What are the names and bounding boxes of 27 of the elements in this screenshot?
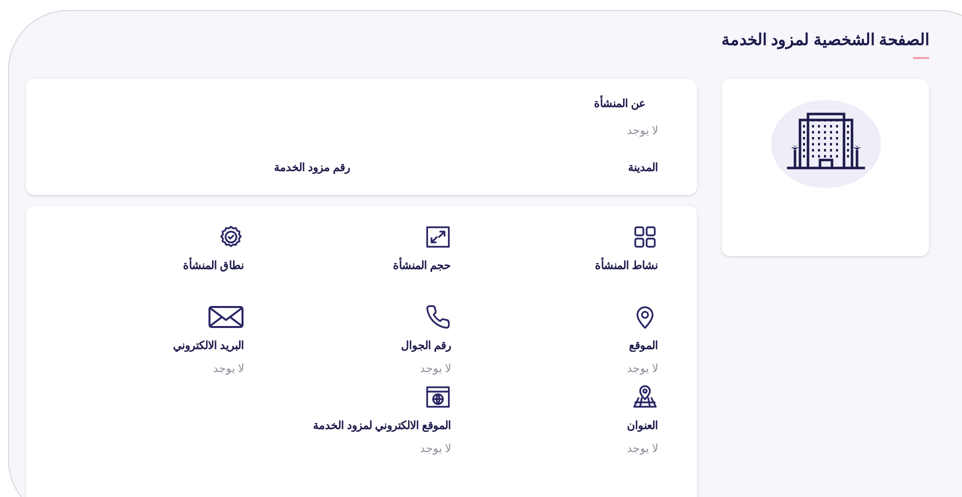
detail-value: لا يوجد bbox=[626, 442, 658, 457]
envelope-icon bbox=[208, 304, 244, 330]
detail-label: العنوان bbox=[627, 419, 658, 434]
building-icon bbox=[770, 100, 880, 188]
about-value: لا يوجد bbox=[626, 124, 658, 139]
detail-label: نطاق المنشأة bbox=[182, 258, 244, 274]
title-underline bbox=[913, 57, 929, 59]
detail-value: لا يوجد bbox=[626, 362, 658, 377]
about-label: عن المنشأة bbox=[594, 96, 646, 112]
detail-label: رقم الجوال bbox=[400, 339, 451, 354]
detail-value: لا يوجد bbox=[212, 362, 244, 377]
page-title: الصفحة الشخصية لمزود الخدمة bbox=[722, 31, 929, 52]
detail-value: لا يوجد bbox=[420, 362, 451, 377]
phone-icon bbox=[425, 304, 451, 330]
detail-label: الموقع الالكتروني لمزود الخدمة bbox=[312, 419, 451, 434]
field-label: المدينة bbox=[628, 162, 658, 174]
browser-globe-icon bbox=[425, 384, 451, 410]
detail-value: لا يوجد bbox=[420, 442, 451, 457]
badge-check-icon bbox=[218, 224, 244, 250]
field-label: رقم مزود الخدمة bbox=[274, 162, 350, 174]
expand-icon bbox=[425, 224, 451, 250]
grid-icon bbox=[632, 224, 658, 250]
map-pin-icon bbox=[632, 384, 658, 410]
detail-label: البريد الالكتروني bbox=[172, 339, 244, 354]
detail-label: الموقع bbox=[629, 339, 658, 354]
detail-label: حجم المنشأة bbox=[392, 258, 451, 274]
detail-label: نشاط المنشأة bbox=[594, 258, 658, 274]
